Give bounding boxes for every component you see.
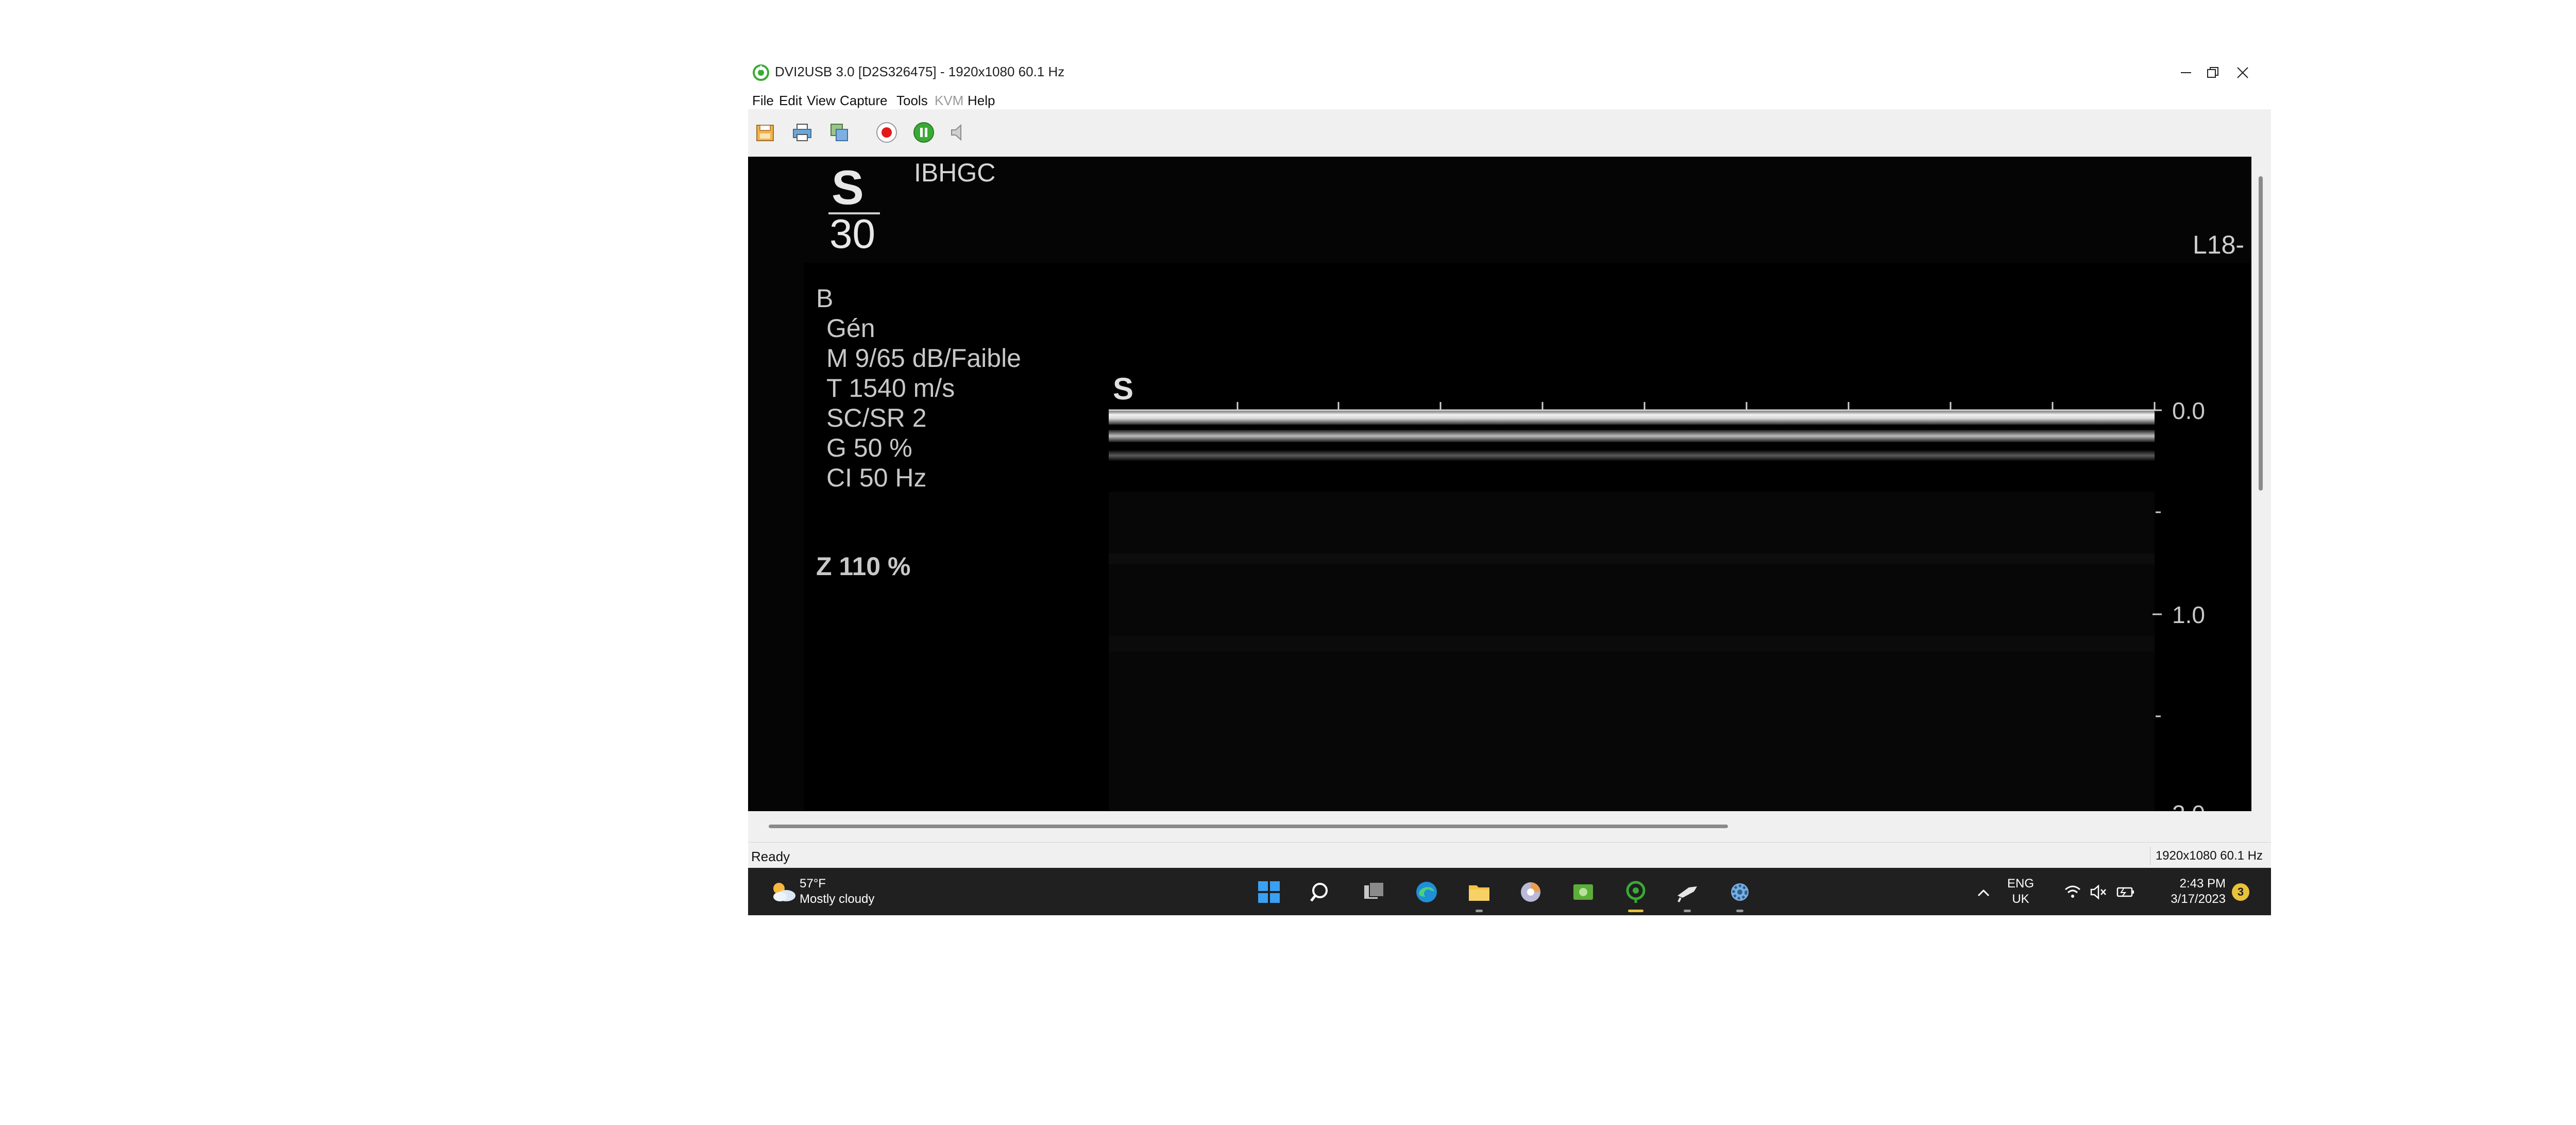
copy-button[interactable]	[825, 119, 853, 146]
clock-time: 2:43 PM	[2179, 877, 2226, 891]
record-button[interactable]	[873, 119, 901, 146]
settings-button[interactable]	[1725, 877, 1755, 912]
pause-icon	[913, 122, 934, 143]
horizontal-scrollbar[interactable]	[748, 811, 2271, 842]
param-g: G 50 %	[826, 433, 912, 462]
save-button[interactable]	[751, 119, 779, 146]
cloudy-weather-icon	[773, 883, 795, 901]
running-indicator	[1736, 910, 1743, 912]
edge-icon	[1416, 882, 1437, 902]
chart-app-button[interactable]	[1516, 877, 1546, 907]
logo-number: 30	[829, 211, 875, 257]
param-sc: SC/SR 2	[826, 404, 927, 432]
menu-bar: File Edit View Capture Tools KVM Help	[748, 89, 2271, 109]
menu-edit[interactable]: Edit	[779, 93, 802, 109]
vertical-scrollbar[interactable]	[2251, 157, 2271, 811]
horizontal-scroll-thumb[interactable]	[769, 825, 1728, 828]
probe-label: L18-	[2193, 230, 2245, 259]
record-icon	[876, 122, 897, 143]
audio-button[interactable]	[945, 119, 973, 146]
depth-scale	[2153, 409, 2162, 717]
pause-button[interactable]	[910, 119, 938, 146]
taskbar: 57°F Mostly cloudy ENG UK 2:43 PM 3/17/2…	[748, 868, 2271, 915]
menu-tools[interactable]: Tools	[896, 93, 928, 109]
menu-view[interactable]: View	[807, 93, 836, 109]
menu-help[interactable]: Help	[968, 93, 995, 109]
running-indicator	[1684, 910, 1691, 912]
depth-label-mid: 1.0	[2172, 601, 2205, 628]
print-icon	[793, 124, 811, 141]
status-resolution: 1920x1080 60.1 Hz	[2149, 847, 2268, 865]
depth-label-top: 0.0	[2172, 397, 2205, 424]
speaker-icon	[951, 124, 961, 141]
settings-icon	[1731, 883, 1749, 901]
volume-muted-icon[interactable]	[2090, 883, 2107, 901]
start-button[interactable]	[1254, 877, 1284, 907]
running-indicator	[1476, 910, 1483, 912]
windows-start-icon	[1258, 881, 1280, 903]
clock[interactable]: 2:43 PM 3/17/2023	[2148, 876, 2226, 907]
title-bar: DVI2USB 3.0 [D2S326475] - 1920x1080 60.1…	[748, 57, 2271, 89]
param-gen: Gén	[826, 314, 875, 343]
media-app-button[interactable]	[1672, 877, 1702, 912]
menu-kvm: KVM	[935, 93, 964, 108]
param-ci: CI 50 Hz	[826, 463, 927, 492]
file-explorer-button[interactable]	[1464, 877, 1494, 912]
search-button[interactable]	[1307, 877, 1336, 907]
copy-icon	[831, 124, 848, 141]
chevron-up-icon	[1977, 889, 1990, 897]
language-code: ENG	[2007, 877, 2034, 891]
param-t: T 1540 m/s	[826, 374, 955, 402]
task-view-icon	[1364, 882, 1384, 899]
menu-capture[interactable]: Capture	[840, 93, 888, 109]
close-icon	[2237, 67, 2248, 78]
echo-band-mid	[1109, 430, 2155, 442]
money-app-icon	[1573, 884, 1593, 900]
chart-app-icon	[1521, 882, 1540, 902]
param-m: M 9/65 dB/Faible	[826, 344, 1021, 373]
edge-button[interactable]	[1412, 877, 1442, 907]
echo-band-low	[1109, 450, 2155, 461]
lateral-scale	[1109, 402, 2156, 411]
money-app-button[interactable]	[1568, 877, 1598, 907]
vertical-scroll-thumb[interactable]	[2259, 176, 2263, 491]
save-icon	[756, 125, 774, 141]
logo-letter: S	[832, 160, 864, 214]
mode-label: B	[816, 284, 834, 313]
language-indicator[interactable]: ENG UK	[2001, 876, 2040, 907]
capture-viewport: S 30 IBHGC L18- B Gén M 9/65 dB/Faible T…	[748, 157, 2251, 811]
menu-file[interactable]: File	[752, 93, 774, 109]
search-icon	[1310, 883, 1328, 902]
app-logo-icon	[753, 64, 769, 81]
notification-count: 3	[2237, 885, 2244, 898]
dvi2usb-app-icon	[1626, 881, 1646, 903]
zoom-label: Z 110 %	[816, 552, 911, 581]
media-app-icon	[1677, 886, 1697, 902]
weather-widget[interactable]: 57°F Mostly cloudy	[764, 868, 918, 915]
ultrasound-image	[1109, 409, 2155, 811]
weather-desc: Mostly cloudy	[800, 892, 875, 906]
keyboard-region: UK	[2012, 892, 2029, 906]
notification-badge[interactable]: 3	[2232, 883, 2249, 901]
status-bar: Ready 1920x1080 60.1 Hz	[748, 842, 2271, 868]
record-dot	[882, 127, 892, 138]
toolbar	[748, 109, 2271, 157]
dvi2usb-app-button[interactable]	[1621, 877, 1651, 912]
site-label: IBHGC	[914, 158, 996, 187]
active-app-indicator	[1628, 910, 1643, 912]
file-explorer-icon	[1469, 885, 1489, 901]
depth-label-bottom: 2.0	[2172, 800, 2205, 811]
clock-date: 3/17/2023	[2171, 892, 2226, 906]
window-title: DVI2USB 3.0 [D2S326475] - 1920x1080 60.1…	[775, 64, 1065, 79]
task-view-button[interactable]	[1359, 877, 1389, 907]
app-window: DVI2USB 3.0 [D2S326475] - 1920x1080 60.1…	[748, 57, 2271, 915]
print-button[interactable]	[788, 119, 816, 146]
weather-temp: 57°F	[800, 877, 826, 891]
status-text: Ready	[751, 849, 790, 864]
show-hidden-icons-button[interactable]	[1974, 883, 1993, 902]
close-button[interactable]	[2214, 57, 2271, 89]
wifi-icon[interactable]	[2064, 884, 2081, 900]
battery-icon[interactable]	[2115, 884, 2136, 900]
